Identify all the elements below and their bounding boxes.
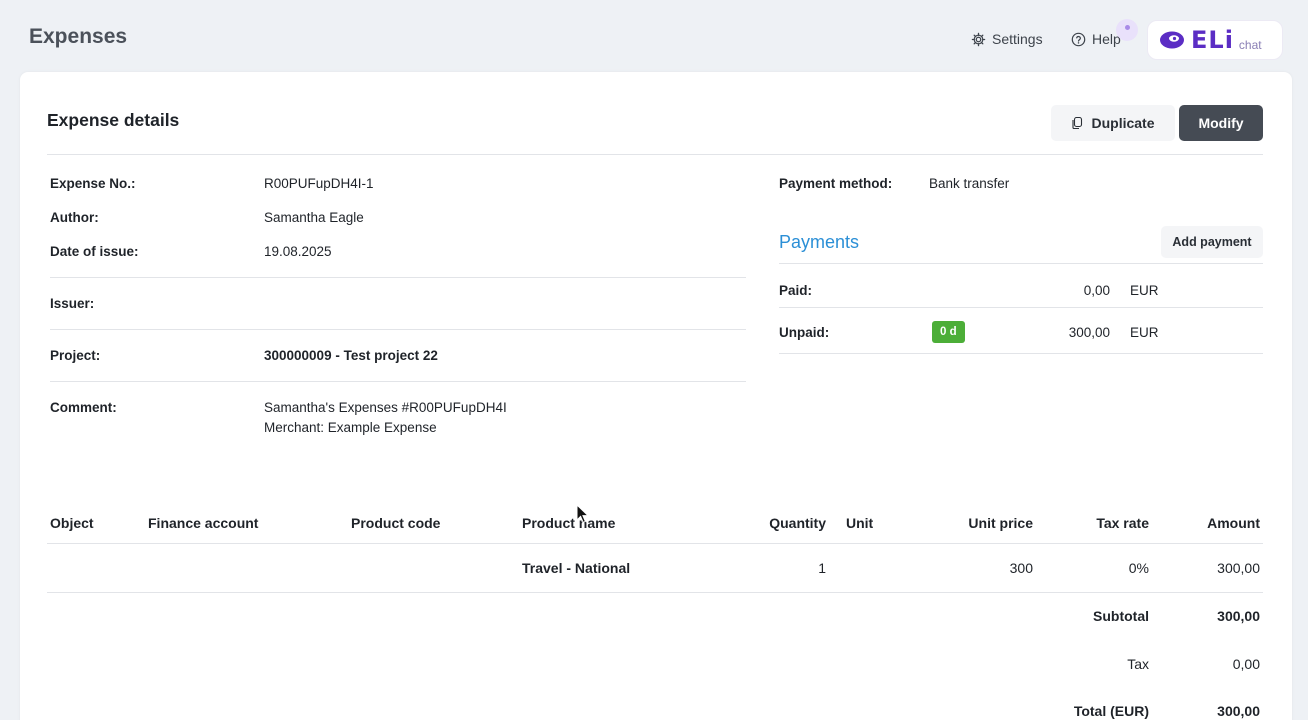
tax-value: 0,00 bbox=[1232, 656, 1260, 672]
details-divider bbox=[50, 381, 746, 382]
unpaid-currency: EUR bbox=[1130, 325, 1159, 340]
author-value: Samantha Eagle bbox=[264, 210, 364, 225]
date-label: Date of issue: bbox=[50, 244, 139, 259]
payments-divider bbox=[779, 263, 1263, 264]
payments-divider bbox=[779, 353, 1263, 354]
notification-dot[interactable] bbox=[1116, 19, 1138, 41]
payments-divider bbox=[779, 307, 1263, 308]
help-circle-icon bbox=[1071, 32, 1086, 46]
project-label: Project: bbox=[50, 348, 101, 363]
author-label: Author: bbox=[50, 210, 99, 225]
comment-label: Comment: bbox=[50, 400, 117, 415]
col-header-amount[interactable]: Amount bbox=[1160, 515, 1260, 531]
unpaid-amount: 300,00 bbox=[1068, 325, 1110, 340]
date-value: 19.08.2025 bbox=[264, 244, 332, 259]
cell-product-name: Travel - National bbox=[522, 560, 631, 576]
tax-label: Tax bbox=[1127, 656, 1149, 672]
payment-method-value: Bank transfer bbox=[929, 176, 1010, 191]
help-link[interactable]: Help bbox=[1071, 31, 1121, 47]
cell-tax-rate: 0% bbox=[1128, 560, 1149, 576]
settings-label: Settings bbox=[992, 31, 1043, 47]
total-label: Total (EUR) bbox=[1073, 703, 1149, 719]
cell-quantity: 1 bbox=[818, 560, 826, 576]
col-header-unit-price[interactable]: Unit price bbox=[933, 515, 1033, 531]
app-title: Expenses bbox=[29, 25, 128, 48]
duplicate-label: Duplicate bbox=[1091, 115, 1155, 131]
comment-line-1: Samantha's Expenses #R00PUFupDH4I bbox=[264, 400, 507, 415]
payment-method-label: Payment method: bbox=[779, 176, 893, 191]
add-payment-button[interactable]: Add payment bbox=[1161, 226, 1263, 258]
col-header-finance-account[interactable]: Finance account bbox=[148, 515, 258, 531]
subtotal-label: Subtotal bbox=[1093, 608, 1149, 624]
payments-title: Payments bbox=[779, 232, 860, 252]
col-header-object[interactable]: Object bbox=[50, 515, 94, 531]
expense-no-label: Expense No.: bbox=[50, 176, 136, 191]
details-divider bbox=[50, 277, 746, 278]
issuer-label: Issuer: bbox=[50, 296, 95, 311]
col-header-product-name[interactable]: Product name bbox=[522, 515, 615, 531]
col-header-tax-rate[interactable]: Tax rate bbox=[1049, 515, 1149, 531]
project-value[interactable]: 300000009 - Test project 22 bbox=[264, 348, 438, 363]
expense-no-value: R00PUFupDH4I-1 bbox=[264, 176, 374, 191]
card-title: Expense details bbox=[47, 110, 180, 130]
cell-unit-price: 300 bbox=[1009, 560, 1033, 576]
top-bar: Expenses Settings Help ELi chat bbox=[0, 0, 1308, 72]
col-header-unit[interactable]: Unit bbox=[846, 515, 873, 531]
paid-currency: EUR bbox=[1130, 283, 1159, 298]
overdue-days-badge: 0 d bbox=[932, 321, 965, 343]
header-divider bbox=[47, 154, 1263, 155]
chat-bubble-icon bbox=[1160, 31, 1184, 49]
paid-amount: 0,00 bbox=[1083, 283, 1110, 298]
cell-amount: 300,00 bbox=[1217, 560, 1260, 576]
table-header-divider bbox=[47, 543, 1263, 544]
paid-label: Paid: bbox=[779, 283, 813, 298]
duplicate-button[interactable]: Duplicate bbox=[1051, 105, 1175, 141]
unpaid-label: Unpaid: bbox=[779, 325, 830, 340]
col-header-product-code[interactable]: Product code bbox=[351, 515, 440, 531]
col-header-quantity[interactable]: Quantity bbox=[726, 515, 826, 531]
eli-brand: ELi bbox=[1191, 26, 1234, 54]
copy-icon bbox=[1072, 116, 1083, 130]
gear-icon bbox=[971, 32, 986, 46]
table-row-divider bbox=[47, 592, 1263, 593]
details-divider bbox=[50, 329, 746, 330]
modify-button[interactable]: Modify bbox=[1179, 105, 1263, 141]
settings-link[interactable]: Settings bbox=[971, 31, 1043, 47]
comment-line-2: Merchant: Example Expense bbox=[264, 420, 437, 435]
subtotal-value: 300,00 bbox=[1217, 608, 1260, 624]
eli-chat-label: chat bbox=[1238, 38, 1262, 52]
mouse-cursor-icon bbox=[576, 504, 590, 524]
eli-chat-button[interactable]: ELi chat bbox=[1147, 20, 1283, 60]
total-value: 300,00 bbox=[1217, 703, 1260, 719]
expense-details-card: Expense details Duplicate Modify Expense… bbox=[20, 72, 1292, 720]
